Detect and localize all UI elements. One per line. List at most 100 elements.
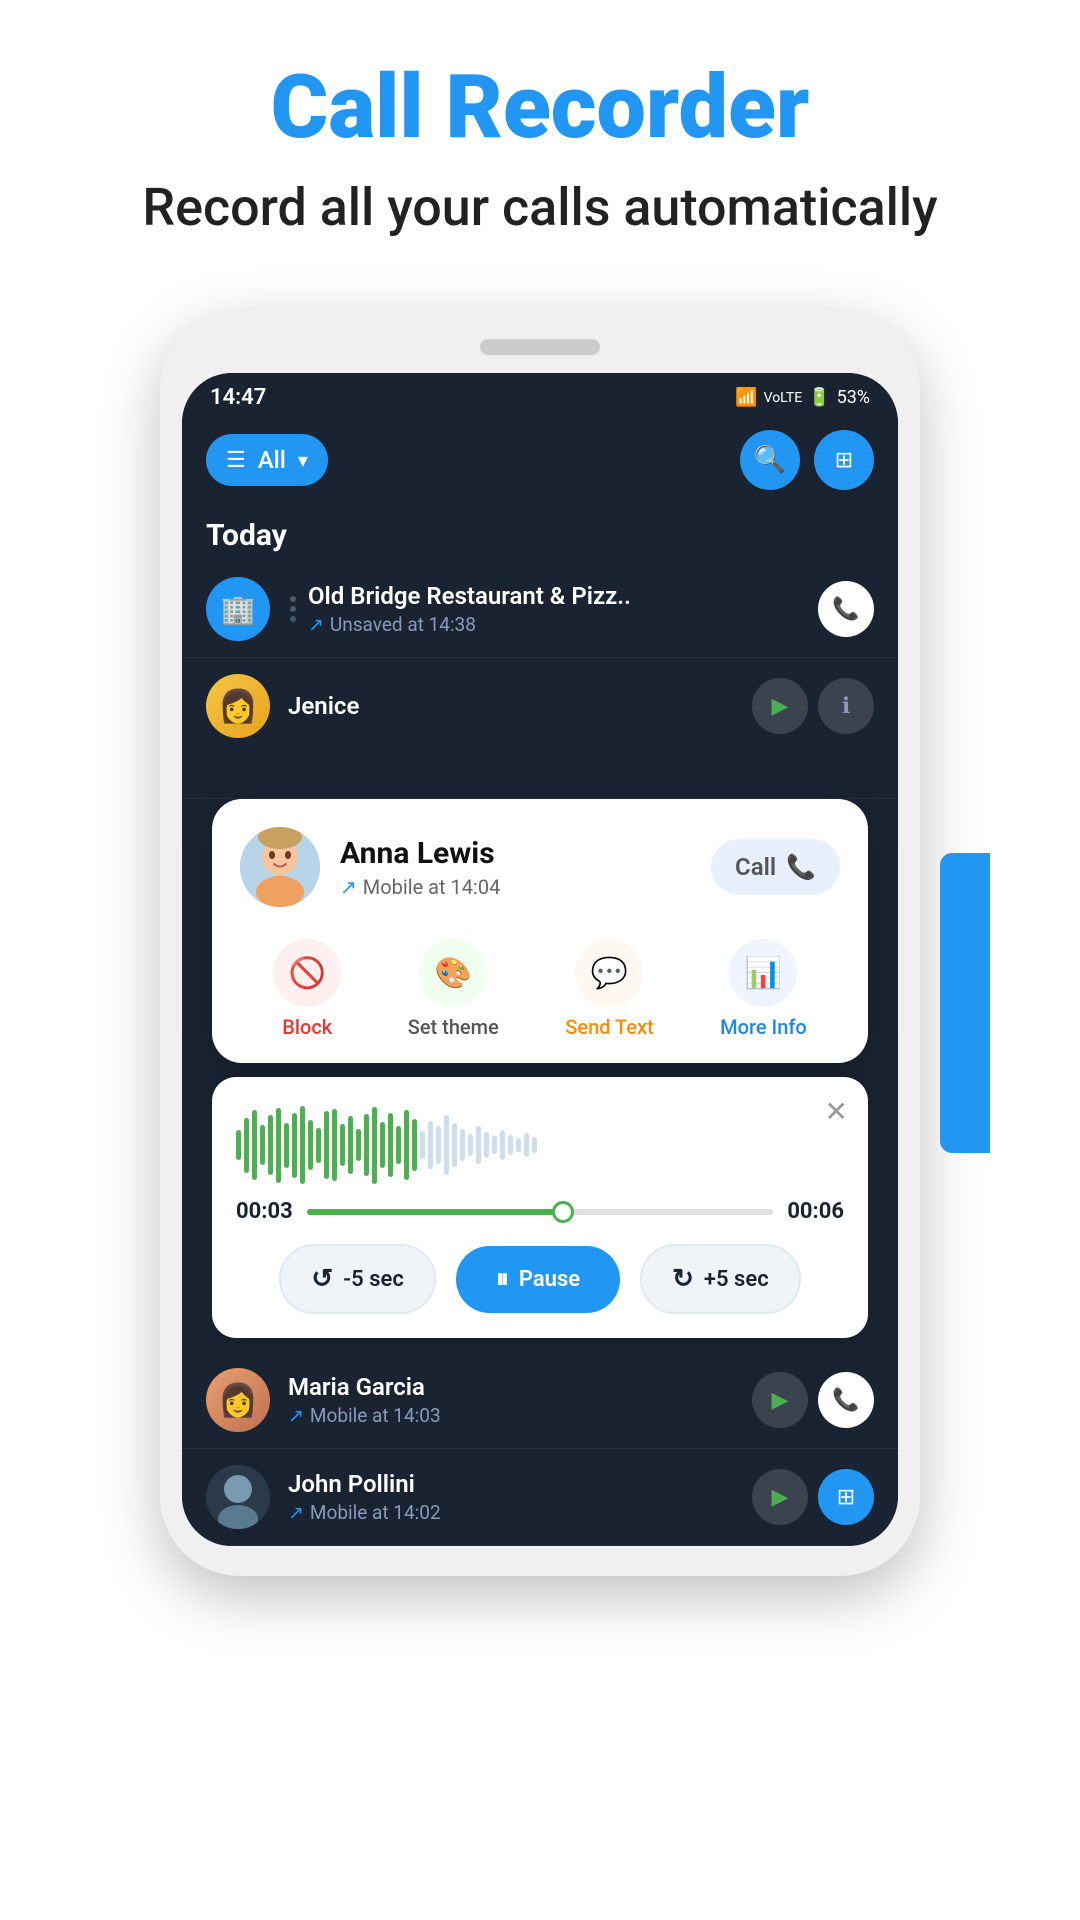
play-icon: ▶ [772,1388,789,1413]
pause-label: Pause [519,1267,580,1292]
maria-phone-button[interactable]: 📞 [818,1372,874,1428]
block-icon: 🚫 [289,956,326,991]
status-icons: 📶 VoLTE 🔋 53% [735,387,870,408]
wave-bar [444,1115,449,1175]
restaurant-avatar: 🏢 [206,577,270,641]
wave-bar [460,1129,465,1161]
rewind-button[interactable]: ↺ -5 sec [279,1244,436,1314]
contact-card-top: Anna Lewis ↗ Mobile at 14:04 Call 📞 [240,827,840,907]
grid-button[interactable]: ⊞ [814,430,874,490]
call-item-maria[interactable]: 👩 Maria Garcia ↗ Mobile at 14:03 ▶ [182,1352,898,1449]
wave-bar [236,1130,241,1160]
today-section-label: Today [182,506,898,561]
wave-bar [276,1108,281,1183]
wave-bar [332,1109,337,1181]
progress-track[interactable] [307,1209,774,1215]
wave-bar [308,1120,313,1170]
wave-bar [260,1125,265,1165]
play-icon: ▶ [772,1485,789,1510]
more-info-label: More Info [720,1015,807,1039]
current-time: 00:03 [236,1199,293,1224]
restaurant-call-button[interactable]: 📞 [818,581,874,637]
bottom-calls: 👩 Maria Garcia ↗ Mobile at 14:03 ▶ [182,1352,898,1546]
info-icon: ℹ [842,694,850,719]
wave-bar [492,1136,497,1154]
status-bar: 14:47 📶 VoLTE 🔋 53% [182,373,898,418]
forward-button[interactable]: ↻ +5 sec [640,1244,801,1314]
app-subtitle: Record all your calls automatically [40,177,1040,239]
maria-avatar-icon: 👩 [218,1381,258,1419]
contact-name: Anna Lewis [340,836,711,871]
wave-bar [356,1129,361,1161]
jenice-info-button[interactable]: ℹ [818,678,874,734]
more-info-icon-circle: 📊 [729,939,797,1007]
phone-call-icon: 📞 [786,853,816,881]
filter-icon: ☰ [226,448,246,473]
action-row: 🚫 Block 🎨 Set theme 💬 Se [240,931,840,1043]
call-item-restaurant[interactable]: 🏢 Old Bridge Restaurant & Pizz.. ↗ Unsav… [182,561,898,658]
total-time: 00:06 [787,1199,844,1224]
filter-pill[interactable]: ☰ All ▾ [206,434,328,486]
john-avatar [206,1465,270,1529]
call-button-label: Call [735,853,776,881]
wave-bar [292,1113,297,1178]
contact-avatar [240,827,320,907]
forward-icon: ↻ [672,1264,694,1294]
action-icons: 🔍 ⊞ [740,430,874,490]
wave-bar [468,1134,473,1156]
john-play-button[interactable]: ▶ [752,1469,808,1525]
phone-screen: 14:47 📶 VoLTE 🔋 53% ☰ All ▾ 🔍 [182,373,898,1546]
theme-label: Set theme [408,1015,499,1039]
player-controls: ↺ -5 sec ⏸ Pause ↻ +5 sec [236,1244,844,1314]
call-item-john[interactable]: John Pollini ↗ Mobile at 14:02 ▶ ⊞ [182,1449,898,1546]
wave-bar [452,1123,457,1167]
wave-bar [244,1118,249,1173]
maria-call-info: Maria Garcia ↗ Mobile at 14:03 [288,1373,752,1427]
app-title: Call Recorder [40,60,1040,157]
player-card: ✕ [212,1077,868,1338]
set-theme-action[interactable]: 🎨 Set theme [408,939,499,1039]
forward-label: +5 sec [704,1267,769,1292]
player-close-button[interactable]: ✕ [825,1095,848,1128]
contact-call-button[interactable]: Call 📞 [711,839,840,895]
wave-bar [436,1126,441,1164]
battery-percent: 53% [837,387,870,408]
theme-icon-circle: 🎨 [419,939,487,1007]
grid-icon: ⊞ [835,448,853,473]
jenice-call-info: Jenice [288,692,752,720]
block-label: Block [282,1015,332,1039]
outgoing-arrow-icon: ↗ [308,613,324,636]
wave-bar [252,1110,257,1180]
maria-call-actions: ▶ 📞 [752,1372,874,1428]
app-bar: ☰ All ▾ 🔍 ⊞ [182,418,898,506]
wave-bar [476,1126,481,1164]
blue-accent [940,853,990,1153]
call-item-jenice[interactable]: 👩 Jenice ▶ ℹ [182,658,898,799]
jenice-call-actions: ▶ ℹ [752,678,874,734]
wave-bar [284,1123,289,1168]
anna-avatar-image [240,827,320,907]
john-detail: ↗ Mobile at 14:02 [288,1501,752,1524]
jenice-play-button[interactable]: ▶ [752,678,808,734]
person-icon: 👩 [218,687,258,725]
restaurant-call-actions: 📞 [818,581,874,637]
progress-thumb [552,1201,574,1223]
john-grid-button[interactable]: ⊞ [818,1469,874,1525]
restaurant-detail: ↗ Unsaved at 14:38 [308,613,818,636]
contact-card: Anna Lewis ↗ Mobile at 14:04 Call 📞 [212,799,868,1063]
send-text-action[interactable]: 💬 Send Text [565,939,653,1039]
wave-bar [516,1138,521,1152]
wave-bar [324,1111,329,1179]
building-icon: 🏢 [221,593,256,626]
pause-button[interactable]: ⏸ Pause [456,1246,620,1313]
restaurant-name: Old Bridge Restaurant & Pizz.. [308,582,818,610]
maria-avatar: 👩 [206,1368,270,1432]
pause-icon: ⏸ [496,1264,509,1295]
maria-play-button[interactable]: ▶ [752,1372,808,1428]
theme-icon: 🎨 [435,956,472,991]
more-info-action[interactable]: 📊 More Info [720,939,807,1039]
search-button[interactable]: 🔍 [740,430,800,490]
block-action[interactable]: 🚫 Block [273,939,341,1039]
jenice-name: Jenice [288,692,752,720]
wave-bar [428,1121,433,1169]
